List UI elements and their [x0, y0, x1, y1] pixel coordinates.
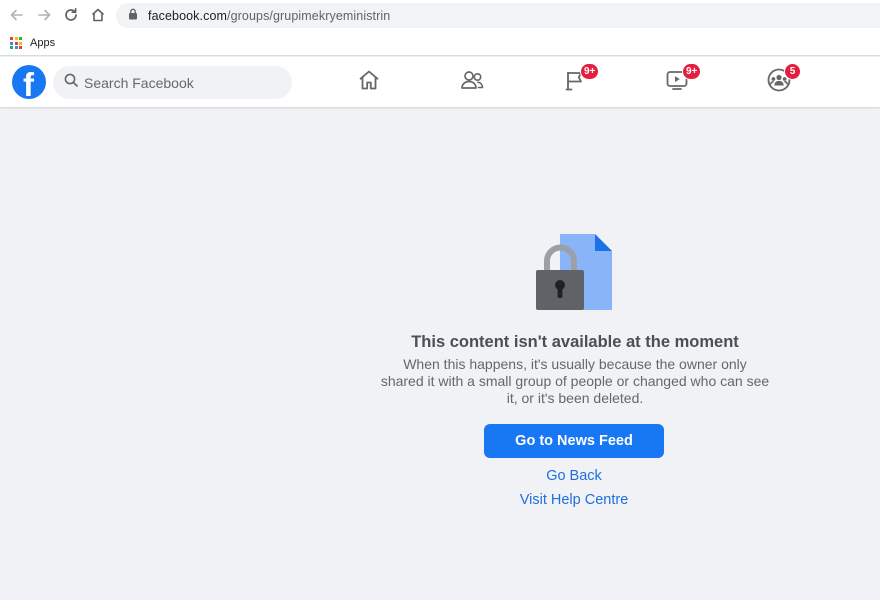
nav-pages[interactable]: 9+	[560, 63, 600, 97]
apps-dot	[14, 37, 18, 40]
home-page-icon[interactable]	[85, 2, 111, 28]
apps-grid-icon[interactable]	[10, 37, 22, 49]
back-arrow-icon[interactable]	[4, 2, 30, 28]
url-text: facebook.com/groups/grupimekryeministrin	[148, 8, 391, 23]
go-to-news-feed-button[interactable]: Go to News Feed	[484, 424, 664, 458]
nav-friends[interactable]	[457, 67, 487, 97]
home-icon	[357, 68, 381, 97]
nav-watch[interactable]: 9+	[662, 63, 702, 97]
go-back-link[interactable]: Go Back	[474, 468, 674, 484]
lock-icon	[128, 7, 138, 25]
error-description: When this happens, it's usually because …	[380, 356, 770, 406]
apps-dot	[10, 46, 13, 49]
pages-badge: 9+	[580, 63, 600, 80]
apps-dot	[14, 41, 18, 45]
visit-help-centre-link[interactable]: Visit Help Centre	[474, 492, 674, 508]
error-title: This content isn't available at the mome…	[411, 333, 739, 351]
friends-icon	[459, 68, 485, 97]
search-icon	[64, 73, 78, 92]
facebook-header: f 9+ 9+ 5	[0, 57, 880, 107]
apps-dot	[14, 46, 18, 49]
bookmarks-bar: Apps	[0, 31, 880, 56]
apps-dot	[19, 37, 22, 40]
address-bar[interactable]: facebook.com/groups/grupimekryeministrin	[116, 3, 880, 28]
apps-dot	[10, 37, 13, 40]
reload-icon[interactable]	[58, 2, 84, 28]
apps-bookmark[interactable]: Apps	[30, 37, 55, 49]
nav-home[interactable]	[354, 67, 384, 97]
browser-toolbar: facebook.com/groups/grupimekryeministrin	[0, 0, 880, 31]
search-box[interactable]	[53, 66, 292, 99]
unavailable-content-panel: This content isn't available at the mome…	[0, 107, 880, 600]
apps-dot	[19, 46, 22, 49]
forward-arrow-icon[interactable]	[31, 2, 57, 28]
locked-document-icon	[534, 234, 614, 310]
logo-letter: f	[23, 66, 34, 99]
nav-groups[interactable]: 5	[764, 63, 801, 97]
apps-dot	[10, 41, 13, 45]
watch-badge: 9+	[682, 63, 702, 80]
facebook-logo-icon[interactable]: f	[12, 65, 46, 99]
apps-dot	[19, 41, 22, 45]
search-input[interactable]	[84, 74, 274, 91]
groups-badge: 5	[784, 63, 801, 80]
